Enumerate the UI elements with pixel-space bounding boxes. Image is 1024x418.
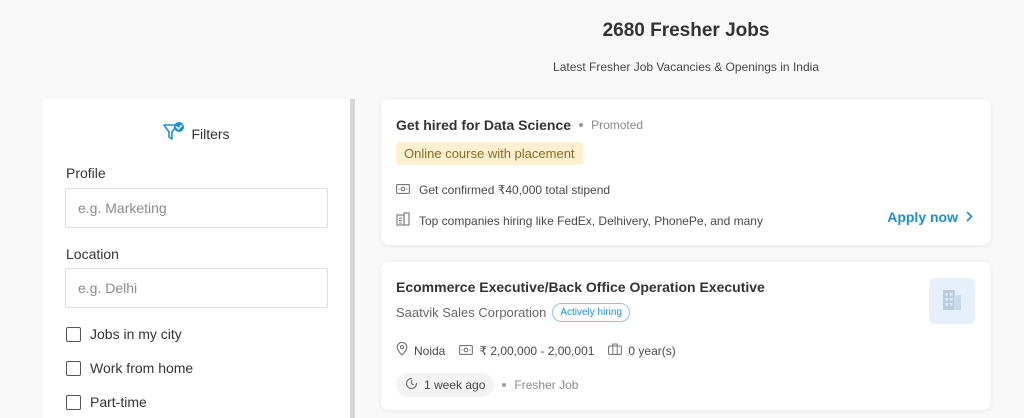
job-salary: ₹ 2,00,000 - 2,00,001 bbox=[459, 344, 594, 358]
promo-card[interactable]: Get hired for Data Science Promoted Onli… bbox=[381, 99, 991, 245]
company-name[interactable]: Saatvik Sales Corporation bbox=[396, 305, 546, 320]
separator-dot bbox=[502, 383, 507, 387]
promo-tag: Online course with placement bbox=[396, 142, 583, 165]
profile-label: Profile bbox=[66, 165, 106, 181]
checkbox-label: Part-time bbox=[90, 394, 147, 410]
companies-row: Top companies hiring like FedEx, Delhive… bbox=[396, 212, 763, 229]
companies-text: Top companies hiring like FedEx, Delhive… bbox=[419, 213, 763, 228]
office-building-icon bbox=[941, 287, 963, 316]
company-row: Saatvik Sales Corporation Actively hirin… bbox=[396, 303, 631, 322]
checkbox-box[interactable] bbox=[66, 360, 81, 376]
salary-text: ₹ 2,00,000 - 2,00,001 bbox=[479, 343, 595, 358]
checkbox-box[interactable] bbox=[66, 326, 81, 342]
stipend-text: Get confirmed ₹40,000 total stipend bbox=[419, 183, 611, 197]
checkbox-jobs-in-my-city[interactable]: Jobs in my city bbox=[66, 326, 182, 342]
page-title: 2680 Fresher Jobs bbox=[602, 20, 770, 41]
apply-now-label: Apply now bbox=[887, 209, 958, 225]
filters-panel: Filters Profile Location Jobs in my city… bbox=[43, 99, 350, 418]
checkbox-box[interactable] bbox=[66, 394, 81, 410]
money-icon bbox=[459, 344, 474, 358]
promo-title-row: Get hired for Data Science Promoted bbox=[396, 117, 643, 133]
chevron-right-icon bbox=[966, 209, 973, 225]
filter-icon bbox=[163, 122, 185, 145]
location-input[interactable] bbox=[65, 268, 328, 308]
posted-time-pill: 1 week ago bbox=[396, 373, 495, 397]
job-experience: 0 year(s) bbox=[608, 343, 676, 358]
location-text: Noida bbox=[414, 343, 446, 358]
building-icon bbox=[396, 212, 410, 229]
filters-scrollbar[interactable] bbox=[350, 99, 355, 418]
location-label: Location bbox=[66, 246, 119, 262]
checkbox-label: Work from home bbox=[90, 360, 194, 376]
job-card[interactable]: Ecommerce Executive/Back Office Operatio… bbox=[381, 262, 991, 410]
job-location: Noida bbox=[396, 341, 446, 359]
company-logo bbox=[929, 278, 975, 324]
job-title[interactable]: Ecommerce Executive/Back Office Operatio… bbox=[396, 279, 765, 295]
separator-dot bbox=[579, 123, 584, 127]
actively-hiring-badge: Actively hiring bbox=[552, 303, 631, 322]
apply-now-button[interactable]: Apply now bbox=[887, 209, 973, 225]
checkbox-work-from-home[interactable]: Work from home bbox=[66, 360, 193, 376]
job-meta-row: Noida ₹ 2,00,000 - 2,00,001 0 year(s) bbox=[396, 341, 676, 359]
profile-input[interactable] bbox=[65, 188, 328, 228]
posted-time-text: 1 week ago bbox=[424, 378, 486, 392]
filters-title: Filters bbox=[191, 125, 230, 142]
briefcase-icon bbox=[608, 343, 623, 358]
money-icon bbox=[396, 183, 410, 197]
filters-header: Filters bbox=[43, 122, 350, 145]
checkbox-label: Jobs in my city bbox=[90, 326, 182, 342]
location-pin-icon bbox=[396, 341, 408, 359]
page-subtitle: Latest Fresher Job Vacancies & Openings … bbox=[553, 60, 819, 74]
checkbox-part-time[interactable]: Part-time bbox=[66, 394, 147, 410]
job-type-label: Fresher Job bbox=[514, 378, 579, 392]
experience-text: 0 year(s) bbox=[628, 343, 676, 358]
promo-title[interactable]: Get hired for Data Science bbox=[396, 117, 571, 133]
clock-icon bbox=[405, 377, 418, 393]
promoted-label: Promoted bbox=[591, 118, 644, 132]
posted-row: 1 week ago Fresher Job bbox=[396, 373, 578, 397]
stipend-row: Get confirmed ₹40,000 total stipend bbox=[396, 183, 610, 197]
